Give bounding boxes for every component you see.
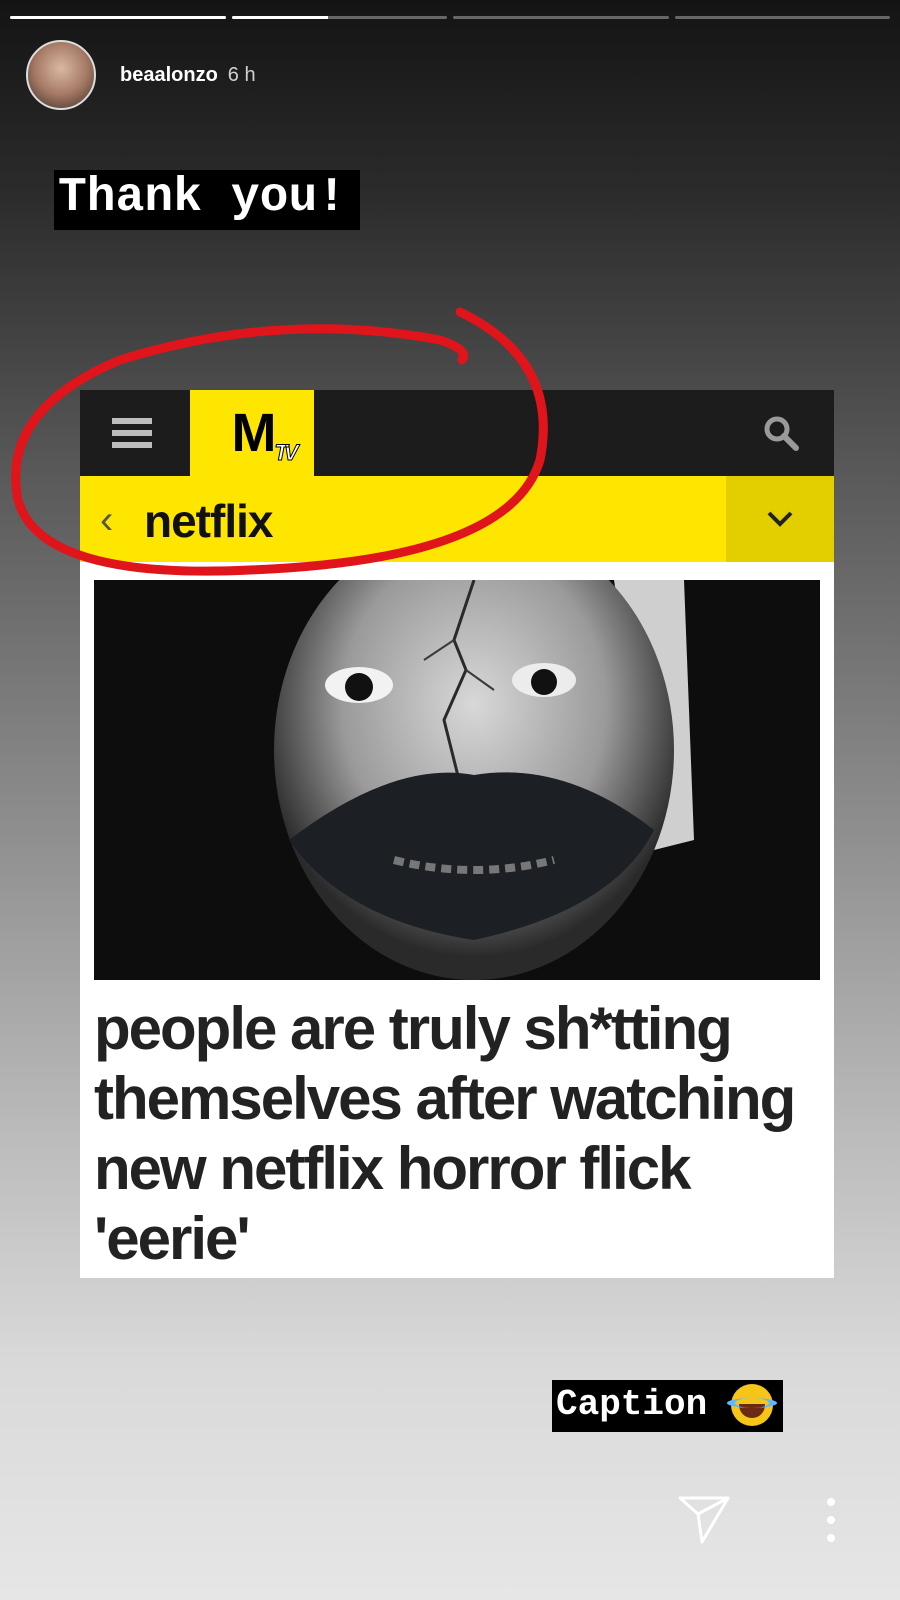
progress-segment-3 — [453, 16, 669, 19]
mtv-topbar: M TV — [80, 390, 834, 476]
avatar[interactable] — [26, 40, 96, 110]
article-image — [94, 580, 820, 980]
progress-segment-2 — [231, 16, 447, 19]
caption-text: Caption — [556, 1384, 708, 1425]
search-icon — [764, 416, 799, 451]
thank-you-text: Thank you! — [54, 170, 361, 230]
article-headline: people are truly sh*tting themselves aft… — [94, 995, 796, 1272]
more-icon[interactable] — [826, 1498, 836, 1542]
username[interactable]: beaalonzo — [120, 64, 218, 87]
chevron-down-icon — [726, 476, 834, 562]
chevron-left-icon: ‹ — [100, 498, 114, 542]
section-title: netflix — [144, 495, 273, 547]
story-header: beaalonzo 6 h — [26, 40, 256, 110]
progress-segment-1 — [10, 16, 226, 19]
mtv-screenshot: M TV ‹ netflix people are truly sh*tting… — [80, 390, 834, 1278]
send-icon[interactable] — [676, 1490, 732, 1546]
mtv-section-bar: ‹ netflix — [80, 476, 834, 562]
story-progress — [10, 16, 890, 20]
mtv-logo: M TV — [190, 390, 314, 476]
caption-sticker: Caption — [552, 1380, 784, 1432]
menu-icon — [112, 418, 152, 448]
post-time: 6 h — [227, 63, 256, 86]
progress-segment-4 — [674, 16, 890, 19]
face-with-tears-of-joy-icon — [727, 1384, 778, 1426]
